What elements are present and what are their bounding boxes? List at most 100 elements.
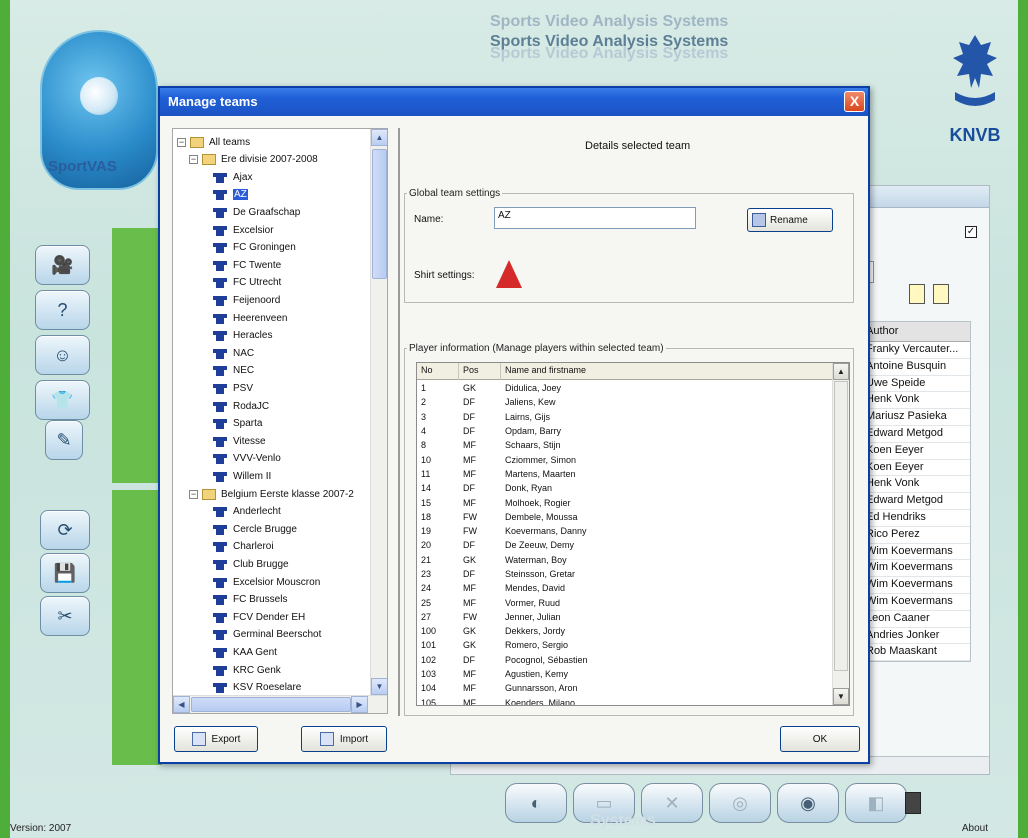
column-header-pos[interactable]: Pos [459,363,501,380]
author-cell[interactable]: Wim Koevermans [862,544,970,561]
rename-button[interactable]: Rename [747,208,833,232]
table-row[interactable]: 23 DF Steinsson, Gretar [417,567,833,581]
author-cell[interactable]: Antoine Busquin [862,359,970,376]
tree-item-team[interactable]: FC Twente [213,256,281,274]
table-row[interactable]: 19 FW Koevermans, Danny [417,524,833,538]
scroll-up-icon[interactable]: ▲ [371,129,387,146]
author-cell[interactable]: Henk Vonk [862,476,970,494]
tree-item-team[interactable]: De Graafschap [213,203,300,221]
tree-item-folder[interactable]: − Belgium Eerste klasse 2007-2 [189,485,354,503]
camera-button[interactable]: ◉ [777,783,839,823]
author-cell[interactable]: Franky Vercauter... [862,342,970,359]
author-cell[interactable]: Mariusz Pasieka [862,409,970,426]
tree-item-team[interactable]: KRC Genk [213,661,281,679]
table-row[interactable]: 24 MF Mendes, David [417,581,833,595]
tree-item-team[interactable]: NEC [213,362,254,380]
shirt-warning-icon[interactable] [496,260,522,288]
author-cell[interactable]: Leon Caaner [862,611,970,628]
table-row[interactable]: 102 DF Pocognol, Sébastien [417,653,833,667]
tree-item-team[interactable]: NAC [213,344,254,362]
author-cell[interactable]: Uwe Speide [862,376,970,393]
table-row[interactable]: 27 FW Jenner, Julian [417,610,833,624]
save-button[interactable]: ◧ [845,783,907,823]
tree-item-team[interactable]: Heracles [213,327,272,345]
tree-item-team[interactable]: Anderlecht [213,503,281,521]
tree-item-team[interactable]: Charleroi [213,538,274,556]
scroll-right-icon[interactable]: ▶ [351,696,368,713]
tree-item-team[interactable]: FC Groningen [213,239,296,257]
tree-item-team[interactable]: Club Brugge [213,555,289,573]
tree-item-team[interactable]: Ajax [213,168,252,186]
author-cell[interactable]: Rob Maaskant [862,644,970,662]
author-cell[interactable]: Wim Koevermans [862,594,970,611]
collapse-icon[interactable]: − [189,489,198,499]
table-row[interactable]: 21 GK Waterman, Boy [417,553,833,567]
dialog-titlebar[interactable]: Manage teams X [160,88,868,116]
author-cell[interactable]: Wim Koevermans [862,577,970,594]
notes-button[interactable]: ✎ [45,420,83,460]
tree-item-team[interactable]: RodaJC [213,397,269,415]
author-cell[interactable]: Wim Koevermans [862,560,970,578]
face-button[interactable]: ☺ [35,335,90,375]
stats-button[interactable]: ? [35,290,90,330]
table-row[interactable]: 2 DF Jaliens, Kew [417,395,833,409]
table-row[interactable]: 100 GK Dekkers, Jordy [417,624,833,638]
exit-door-icon[interactable] [905,792,921,814]
table-row[interactable]: 11 MF Martens, Maarten [417,467,833,481]
shirts-button[interactable]: 👕 [35,380,90,420]
tree-item-team[interactable]: Germinal Beerschot [213,626,321,644]
author-cell[interactable]: Ed Hendriks [862,510,970,527]
table-row[interactable]: 20 DF De Zeeuw, Demy [417,538,833,552]
tree-item-team[interactable]: Vitesse [213,432,266,450]
author-cell[interactable]: Andries Jonker [862,628,970,645]
author-cell[interactable]: Koen Eeyer [862,443,970,460]
record-button[interactable]: ◎ [709,783,771,823]
tree-item-team[interactable]: Heerenveen [213,309,287,327]
table-row[interactable]: 25 MF Vormer, Ruud [417,595,833,609]
export-button[interactable]: Export [174,726,258,752]
column-header-no[interactable]: No [417,363,459,380]
scroll-down-icon[interactable]: ▼ [371,678,387,695]
scroll-left-icon[interactable]: ◀ [173,696,190,713]
scroll-up-icon[interactable]: ▲ [833,363,849,380]
tree-item-team[interactable]: Willem II [213,467,271,485]
table-row[interactable]: 18 FW Dembele, Moussa [417,510,833,524]
tree-item-team[interactable]: Feijenoord [213,291,280,309]
tree-item-folder[interactable]: − All teams [177,133,250,151]
scroll-thumb[interactable] [834,381,848,671]
table-row[interactable]: 8 MF Schaars, Stijn [417,438,833,452]
tree-item-team[interactable]: Excelsior Mouscron [213,573,320,591]
tree-item-team[interactable]: PSV [213,379,253,397]
table-row[interactable]: 101 GK Romero, Sergio [417,638,833,652]
about-link[interactable]: About [962,823,988,834]
tree-item-team[interactable]: Cercle Brugge [213,520,297,538]
table-row[interactable]: 15 MF Molhoek, Rogier [417,495,833,509]
table-row[interactable]: 14 DF Donk, Ryan [417,481,833,495]
main-checkbox[interactable]: ✓ [965,226,977,238]
author-cell[interactable]: Koen Eeyer [862,460,970,477]
scroll-down-icon[interactable]: ▼ [833,688,849,705]
table-row[interactable]: 104 MF Gunnarsson, Aron [417,681,833,695]
tree-item-team[interactable]: KSV Roeselare [213,679,301,695]
document-icon[interactable] [909,284,925,304]
tree-item-team[interactable]: Excelsior [213,221,274,239]
document-icon[interactable] [933,284,949,304]
collapse-icon[interactable]: − [177,137,186,147]
ok-button[interactable]: OK [780,726,860,752]
player-table-scrollbar[interactable]: ▲ ▼ [832,363,849,705]
sync-button[interactable]: ⟳ [40,510,90,550]
table-row[interactable]: 1 GK Didulica, Joey [417,381,833,395]
tree-vertical-scrollbar[interactable]: ▲ ▼ [370,129,387,695]
tree-item-team[interactable]: Sparta [213,415,262,433]
author-cell[interactable]: Henk Vonk [862,392,970,410]
column-header-name[interactable]: Name and firstname [501,363,833,380]
tools-button[interactable]: ✂ [40,596,90,636]
tree-item-team[interactable]: FCV Dender EH [213,608,305,626]
scroll-thumb[interactable] [372,149,387,279]
tree-item-team[interactable]: VVV-Venlo [213,450,281,468]
author-header[interactable]: Author [862,322,970,342]
author-cell[interactable]: Rico Perez [862,527,970,544]
table-row[interactable]: 3 DF Lairns, Gijs [417,410,833,424]
tree-horizontal-scrollbar[interactable]: ◀ ▶ [173,695,387,713]
tree-item-team[interactable]: FC Utrecht [213,274,281,292]
